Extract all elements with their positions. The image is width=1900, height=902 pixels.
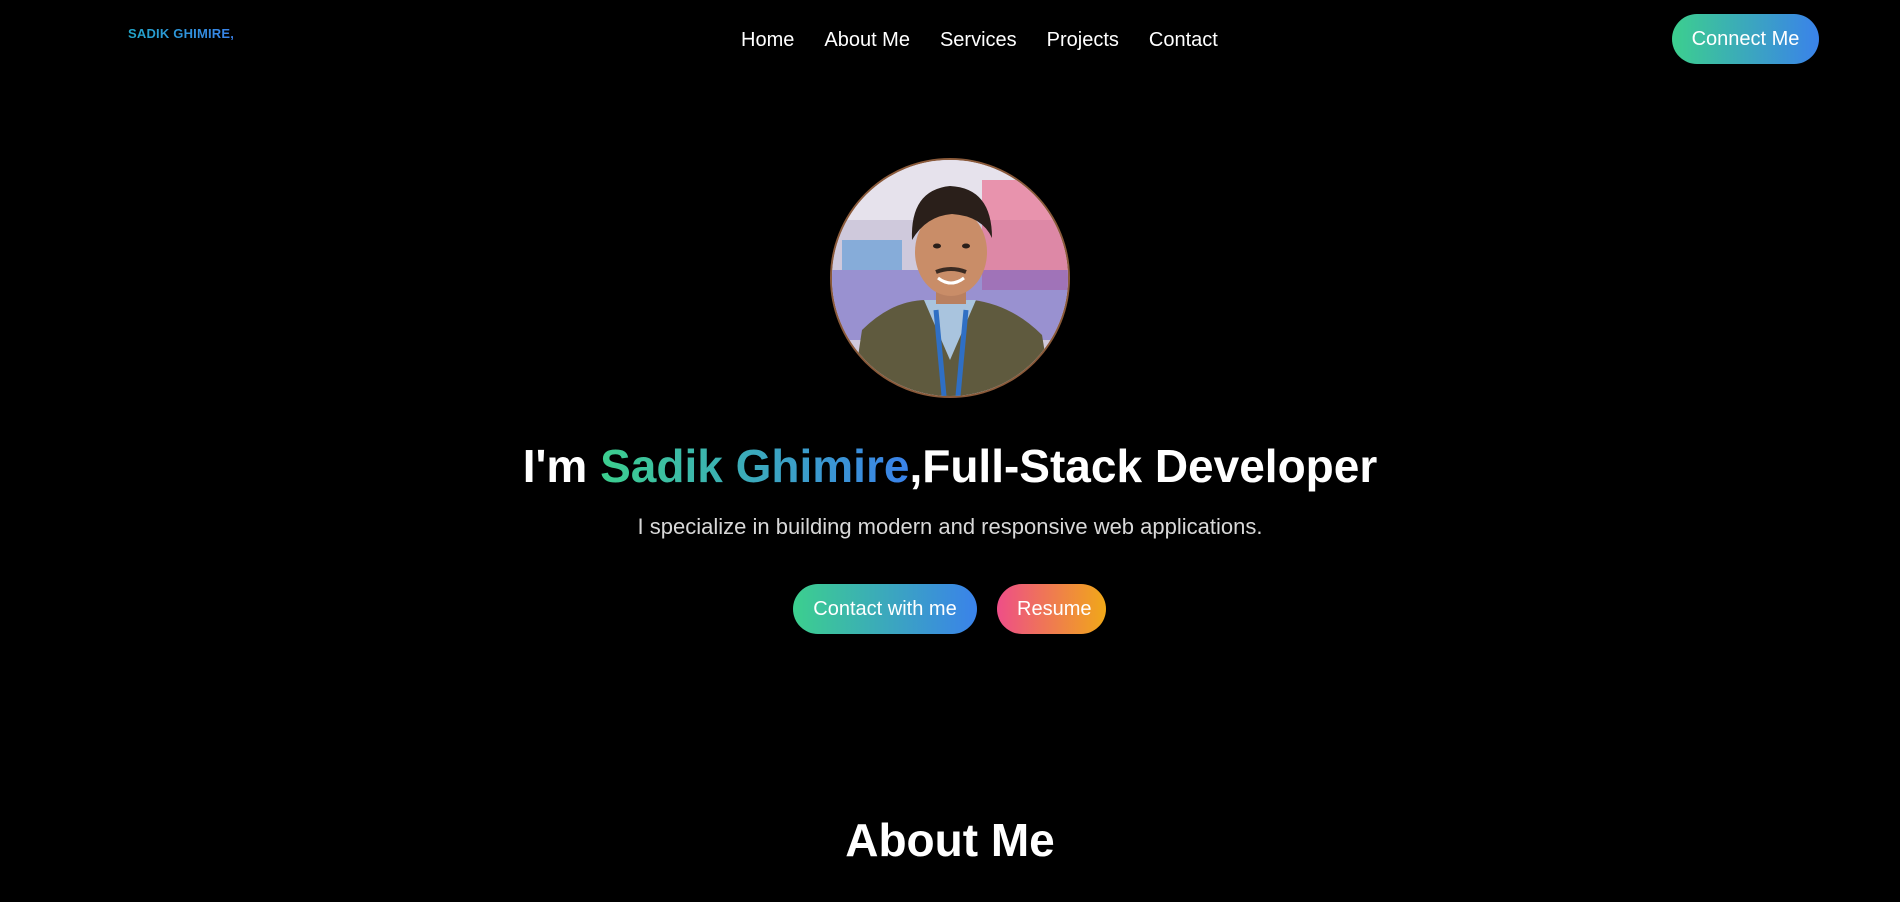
headline-prefix: I'm xyxy=(522,440,601,492)
headline-name: Sadik Ghimire xyxy=(600,440,910,492)
main-nav: Home About Me Services Projects Contact xyxy=(741,26,1218,54)
hero-actions: Contact with me Resume xyxy=(793,584,1106,634)
headline-role: ,Full-Stack Developer xyxy=(909,440,1378,492)
nav-projects[interactable]: Projects xyxy=(1047,26,1119,54)
nav-services[interactable]: Services xyxy=(940,26,1017,54)
nav-home[interactable]: Home xyxy=(741,26,794,54)
hero-subtitle: I specialize in building modern and resp… xyxy=(637,514,1263,539)
site-logo[interactable]: SADIK GHIMIRE, xyxy=(128,26,234,41)
resume-button[interactable]: Resume xyxy=(997,584,1106,634)
profile-photo-illustration xyxy=(832,160,1068,396)
about-section-title: About Me xyxy=(845,814,1055,866)
contact-with-me-button[interactable]: Contact with me xyxy=(793,584,977,634)
hero-headline: I'm Sadik Ghimire,Full-Stack Developer xyxy=(0,438,1900,494)
connect-me-button[interactable]: Connect Me xyxy=(1672,14,1819,64)
profile-photo xyxy=(830,158,1070,398)
nav-about-me[interactable]: About Me xyxy=(824,26,910,54)
portfolio-page: SADIK GHIMIRE, Home About Me Services Pr… xyxy=(0,0,1900,902)
nav-contact[interactable]: Contact xyxy=(1149,26,1218,54)
